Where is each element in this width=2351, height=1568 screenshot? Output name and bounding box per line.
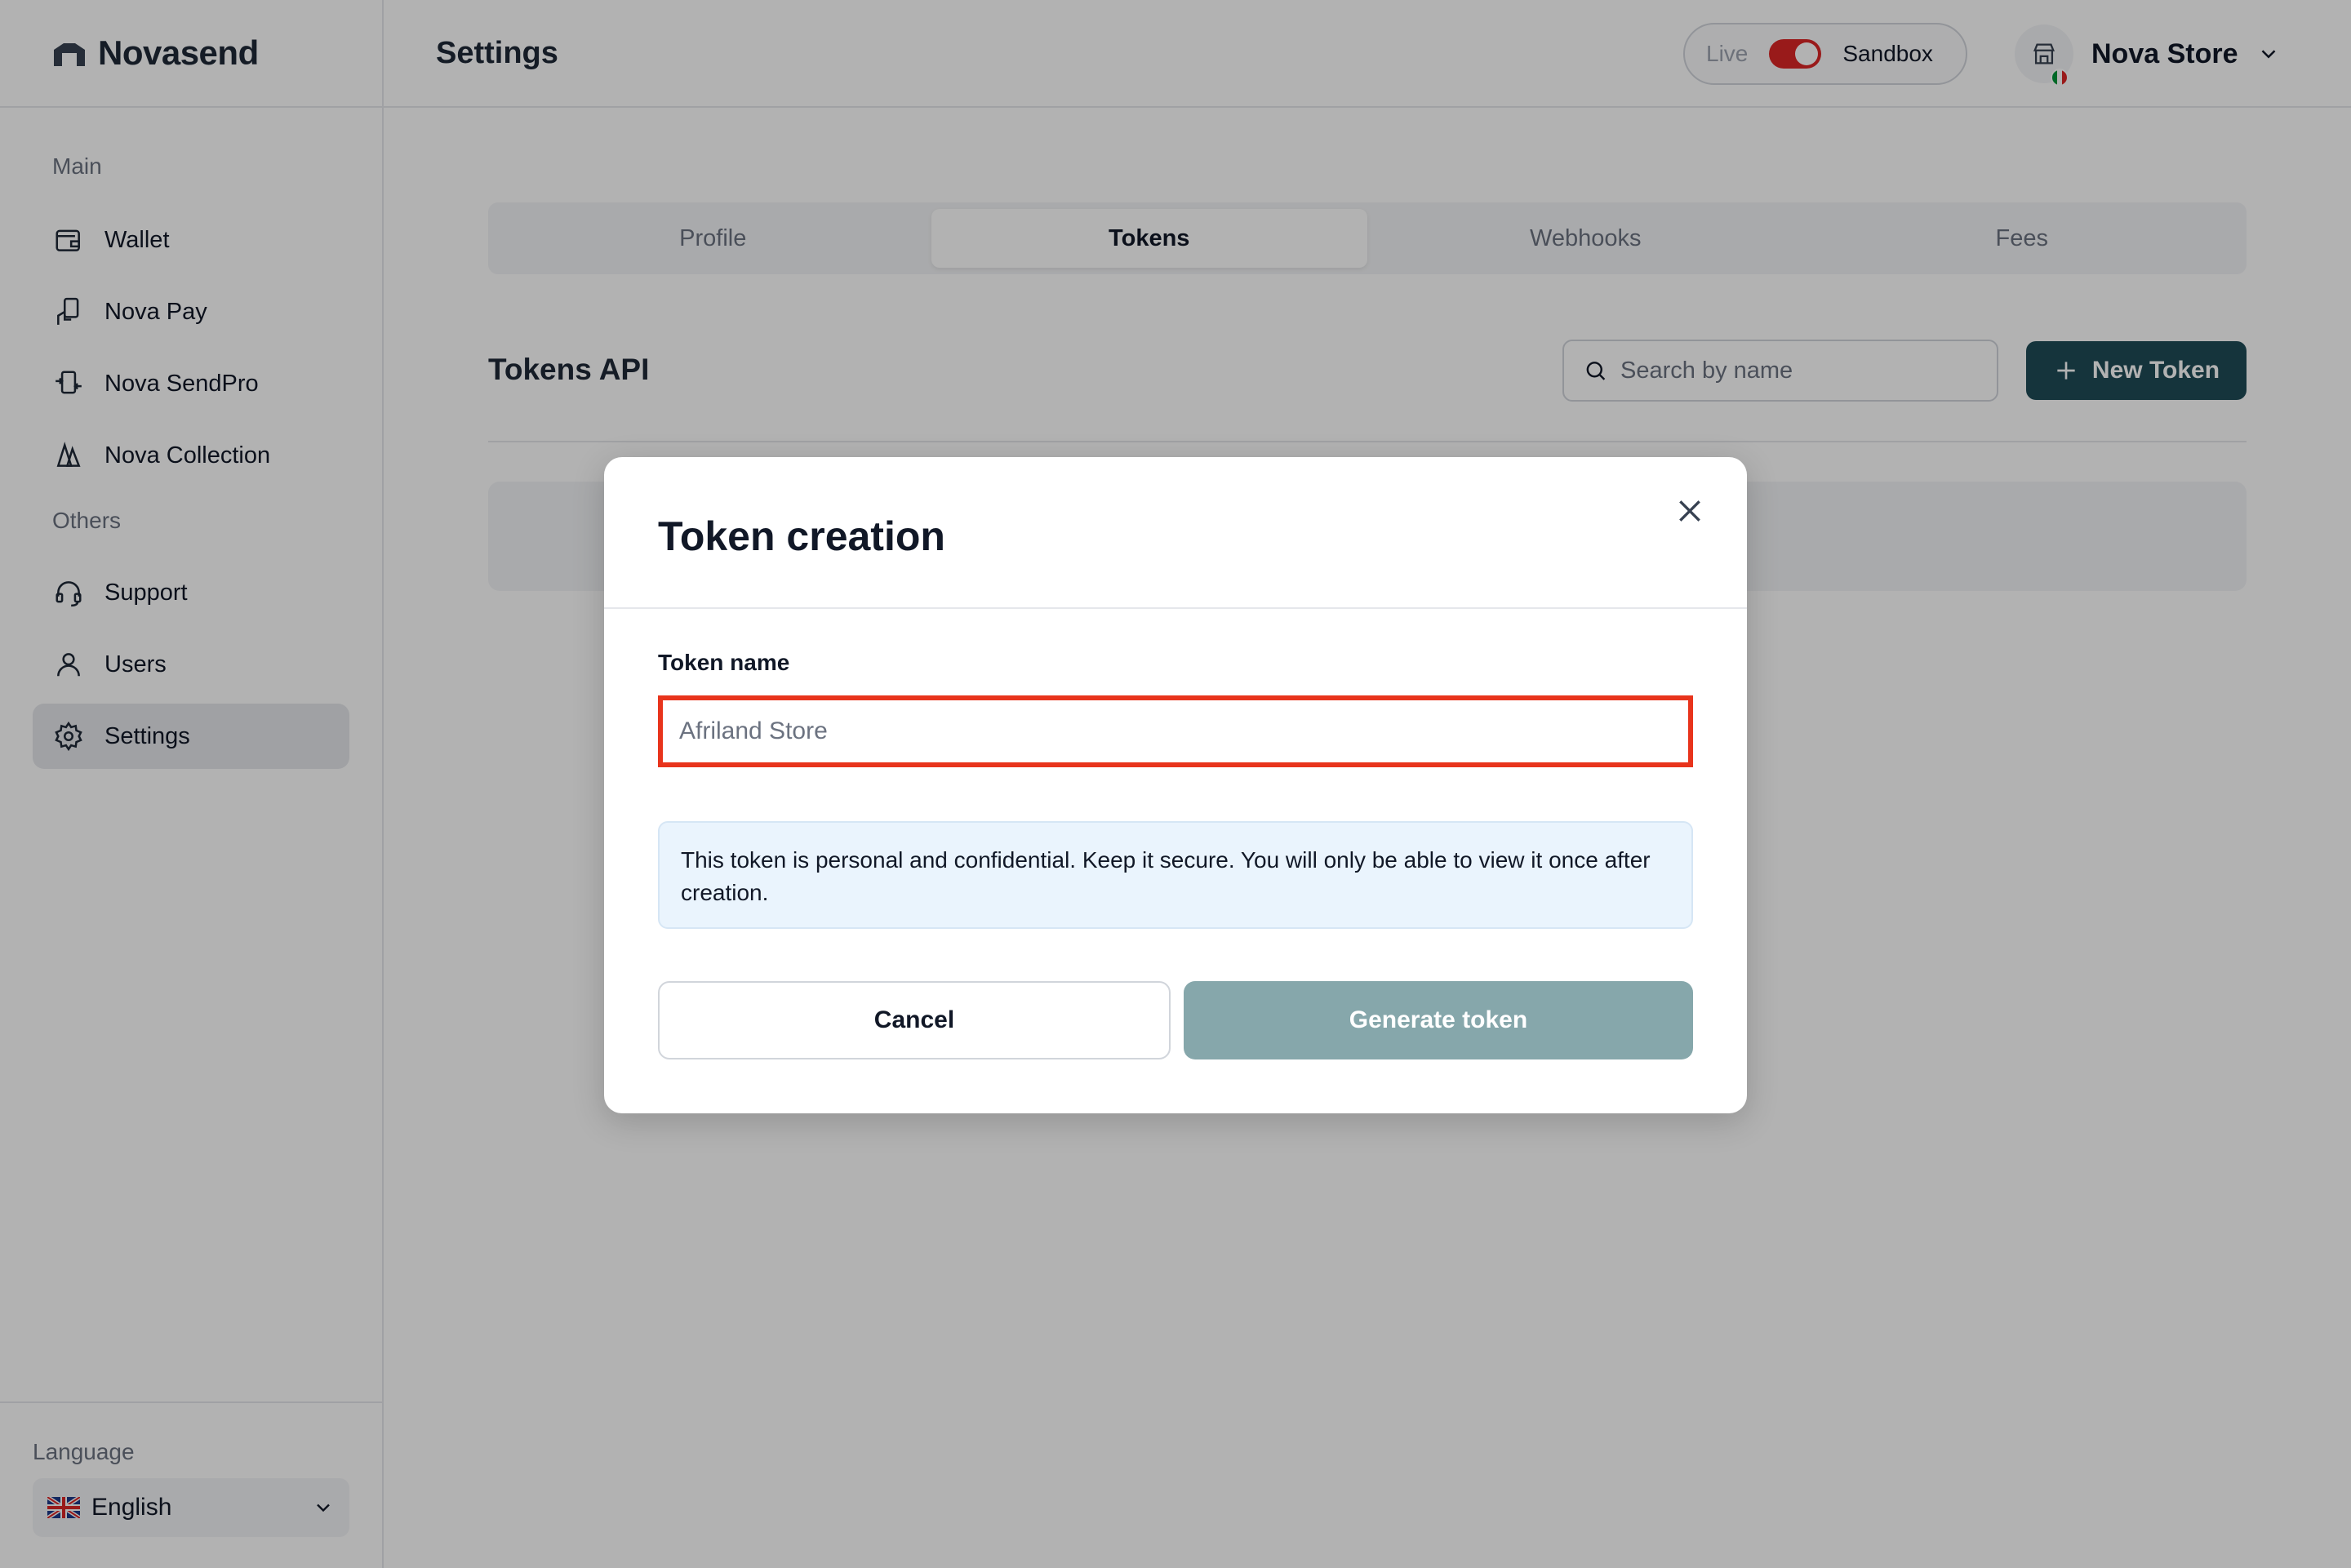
modal-header: Token creation	[604, 457, 1747, 609]
app-root: Novasend Main Wallet Nova Pay Nova SendP…	[0, 0, 2351, 1568]
close-button[interactable]	[1667, 488, 1713, 534]
security-notice: This token is personal and confidential.…	[658, 821, 1693, 929]
generate-token-button[interactable]: Generate token	[1184, 981, 1693, 1059]
token-name-label: Token name	[658, 650, 790, 675]
modal-title: Token creation	[658, 513, 945, 559]
token-name-input[interactable]	[679, 717, 1672, 745]
close-icon	[1679, 500, 1700, 522]
cancel-button[interactable]: Cancel	[658, 981, 1171, 1059]
token-creation-modal: Token creation Token name This token is …	[604, 457, 1747, 1113]
token-name-field[interactable]	[658, 695, 1693, 767]
